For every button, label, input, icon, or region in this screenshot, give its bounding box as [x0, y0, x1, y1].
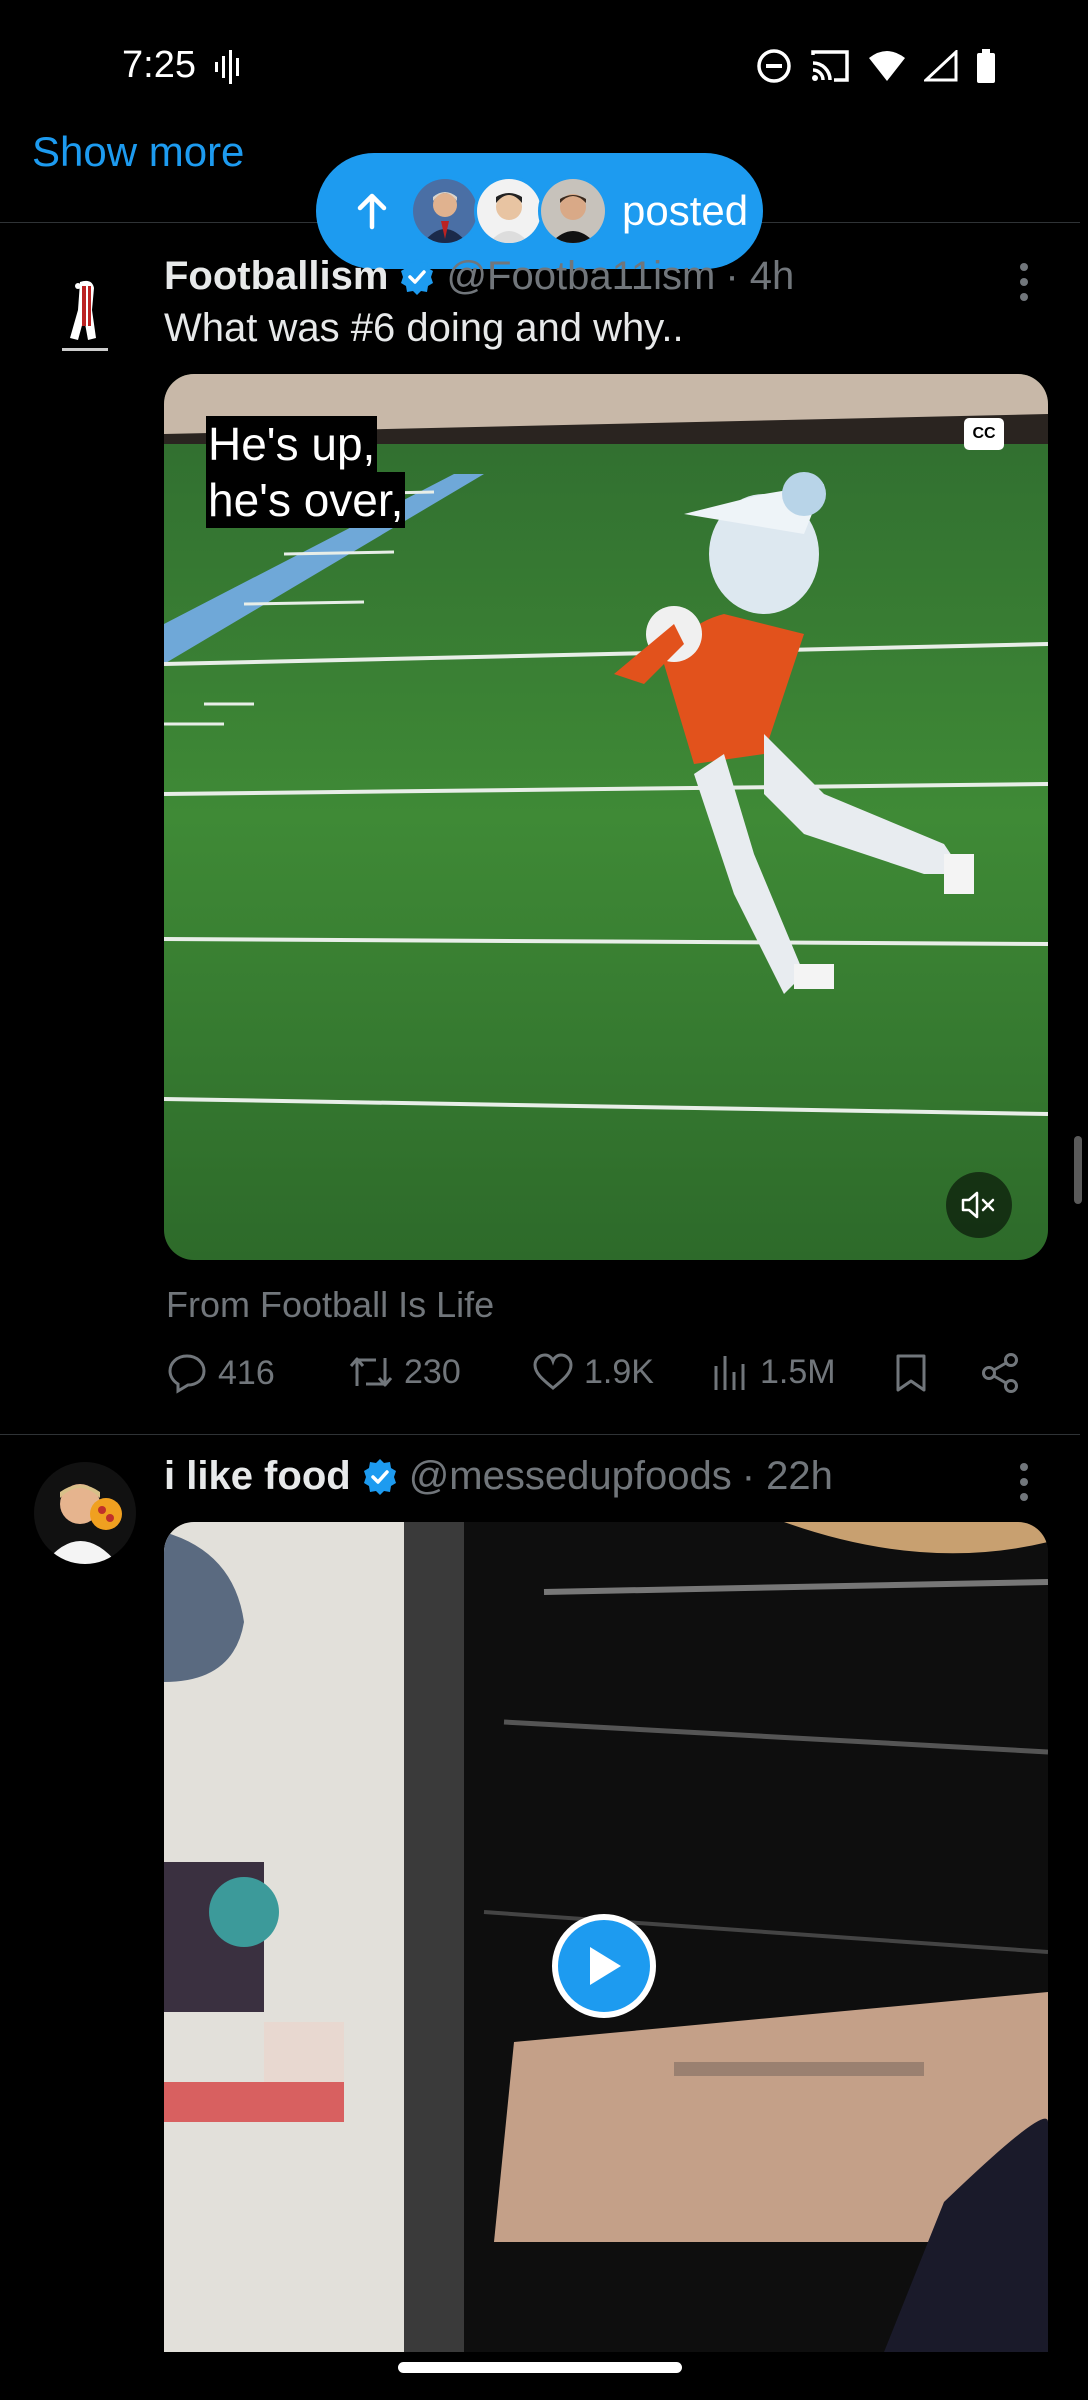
bookmark-icon [896, 1354, 926, 1392]
repost-icon [349, 1357, 393, 1387]
tweet-header: Footballism @Footba11ism · 4h [164, 254, 794, 299]
video-player[interactable] [164, 1522, 1048, 2352]
views-icon [714, 1356, 745, 1390]
tweet-header: i like food @messedupfoods · 22h [164, 1454, 833, 1499]
closed-captions-button[interactable]: CC [964, 418, 1004, 450]
show-more-link[interactable]: Show more [32, 128, 244, 176]
reply-button[interactable]: 416 [166, 1352, 275, 1394]
signal-icon [924, 50, 958, 82]
avatar[interactable] [34, 1462, 136, 1564]
audio-wave-icon [215, 50, 239, 84]
author-handle[interactable]: @Footba11ism [446, 254, 715, 299]
mute-button[interactable] [946, 1172, 1012, 1238]
tweet-messedupfoods[interactable]: i like food @messedupfoods · 22h [0, 1434, 1088, 2352]
tweet-footballism[interactable]: Footballism @Footba11ism · 4h What was #… [0, 222, 1088, 1434]
more-options-icon[interactable] [1018, 262, 1030, 302]
wifi-icon [869, 51, 905, 81]
more-options-icon[interactable] [1018, 1462, 1030, 1502]
cast-icon [811, 50, 849, 82]
verified-badge-icon [363, 1458, 396, 1495]
reply-count: 416 [218, 1353, 275, 1392]
status-bar: 7:25 [0, 0, 1088, 130]
share-button[interactable] [980, 1352, 1020, 1394]
video-player[interactable]: He's up, he's over, CC [164, 374, 1048, 1260]
like-count: 1.9K [584, 1352, 654, 1391]
status-time: 7:25 [122, 44, 196, 86]
tweet-text: What was #6 doing and why.. [164, 306, 684, 350]
views-count: 1.5M [760, 1352, 836, 1391]
tweet-time: · 22h [741, 1454, 833, 1498]
bookmark-button[interactable] [894, 1352, 928, 1394]
author-name[interactable]: i like food [164, 1454, 351, 1499]
author-name[interactable]: Footballism [164, 254, 388, 299]
do-not-disturb-icon [757, 49, 791, 83]
repost-count: 230 [404, 1352, 461, 1391]
play-icon [590, 1947, 621, 1985]
media-source[interactable]: From Football Is Life [166, 1284, 494, 1326]
reply-icon [168, 1354, 206, 1394]
video-caption: He's up, he's over, [206, 416, 406, 528]
heart-icon [533, 1353, 573, 1390]
share-icon [982, 1353, 1018, 1393]
caption-line: he's over, [206, 472, 406, 528]
tweet-time: · 4h [725, 254, 795, 298]
caption-line: He's up, [206, 416, 378, 472]
scrollbar-thumb[interactable] [1074, 1136, 1082, 1204]
tweet-actions: 416 230 1.9K 1.5M [166, 1352, 1026, 1412]
views-button[interactable]: 1.5M [712, 1352, 836, 1392]
like-button[interactable]: 1.9K [532, 1352, 654, 1392]
battery-icon [977, 49, 995, 83]
muted-speaker-icon [961, 1191, 995, 1219]
home-indicator[interactable] [398, 2362, 682, 2373]
author-handle[interactable]: @messedupfoods [409, 1454, 732, 1499]
verified-badge-icon [401, 258, 434, 295]
avatar[interactable] [34, 262, 136, 364]
play-button[interactable] [552, 1914, 656, 2018]
repost-button[interactable]: 230 [348, 1352, 461, 1392]
status-icons [756, 48, 996, 84]
